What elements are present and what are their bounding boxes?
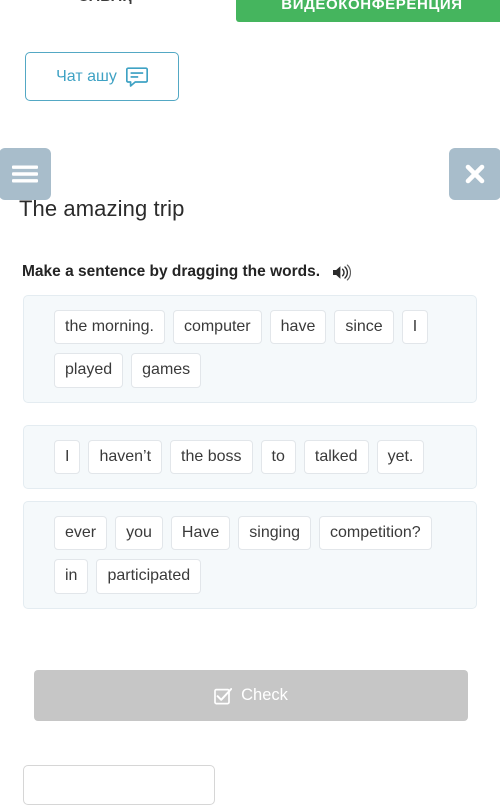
instruction-row: Make a sentence by dragging the words. (22, 263, 352, 281)
sentence-group-1[interactable]: the morning. computer have since Iplayed game… (23, 295, 477, 403)
sentence-group-2[interactable]: Ihaven’t the boss to talked yet. (23, 425, 477, 490)
word-chip[interactable]: to (260, 440, 296, 475)
word-chip[interactable]: since (334, 310, 394, 345)
word-chip[interactable]: played (54, 353, 124, 388)
checkbox-checked-icon (214, 687, 233, 705)
chat-bubble-icon (125, 66, 148, 87)
word-chip-row: ever you Have singing competition? in particip… (54, 516, 464, 594)
word-chip[interactable]: haven’t (88, 440, 163, 475)
word-chip[interactable]: ever (54, 516, 108, 551)
bottom-partial-box[interactable] (23, 765, 215, 805)
word-chip[interactable]: you (115, 516, 163, 551)
close-button[interactable] (449, 148, 500, 200)
speaker-icon[interactable] (332, 264, 352, 281)
word-chip[interactable]: the boss (170, 440, 253, 475)
word-chip[interactable]: games (131, 353, 202, 388)
hamburger-menu-button[interactable] (0, 148, 51, 200)
open-chat-button[interactable]: Чат ашу (25, 52, 179, 101)
check-button-label: Check (241, 686, 288, 704)
word-chip[interactable]: I (401, 310, 429, 345)
word-chip-row: Ihaven’t the boss to talked yet. (54, 440, 464, 475)
top-bar: САБАҚ ВИДЕОКОНФЕРЕНЦИЯ (0, 0, 500, 22)
check-button[interactable]: Check (34, 670, 468, 721)
hamburger-menu-icon (0, 165, 51, 183)
word-chip[interactable]: singing (238, 516, 311, 551)
page-title: The amazing trip (19, 196, 185, 221)
word-chip[interactable]: the morning. (54, 310, 165, 345)
word-chip[interactable]: yet. (376, 440, 425, 475)
word-chip[interactable]: have (269, 310, 327, 345)
open-chat-label: Чат ашу (56, 67, 117, 85)
word-chip[interactable]: competition? (318, 516, 432, 551)
word-chip[interactable]: talked (303, 440, 369, 475)
word-chip[interactable]: Have (170, 516, 231, 551)
instruction-text: Make a sentence by dragging the words. (22, 263, 321, 280)
word-chip-row: the morning. computer have since Iplayed game… (54, 310, 464, 388)
tab-sabaq-label[interactable]: САБАҚ (78, 0, 132, 5)
word-chip[interactable]: computer (172, 310, 262, 345)
word-chip[interactable]: participated (96, 559, 202, 594)
videoconference-button[interactable]: ВИДЕОКОНФЕРЕНЦИЯ (236, 0, 500, 22)
word-chip[interactable]: I (54, 440, 81, 475)
sentence-group-3[interactable]: ever you Have singing competition? in particip… (23, 501, 477, 609)
word-chip[interactable]: in (54, 559, 89, 594)
close-icon (449, 162, 500, 186)
